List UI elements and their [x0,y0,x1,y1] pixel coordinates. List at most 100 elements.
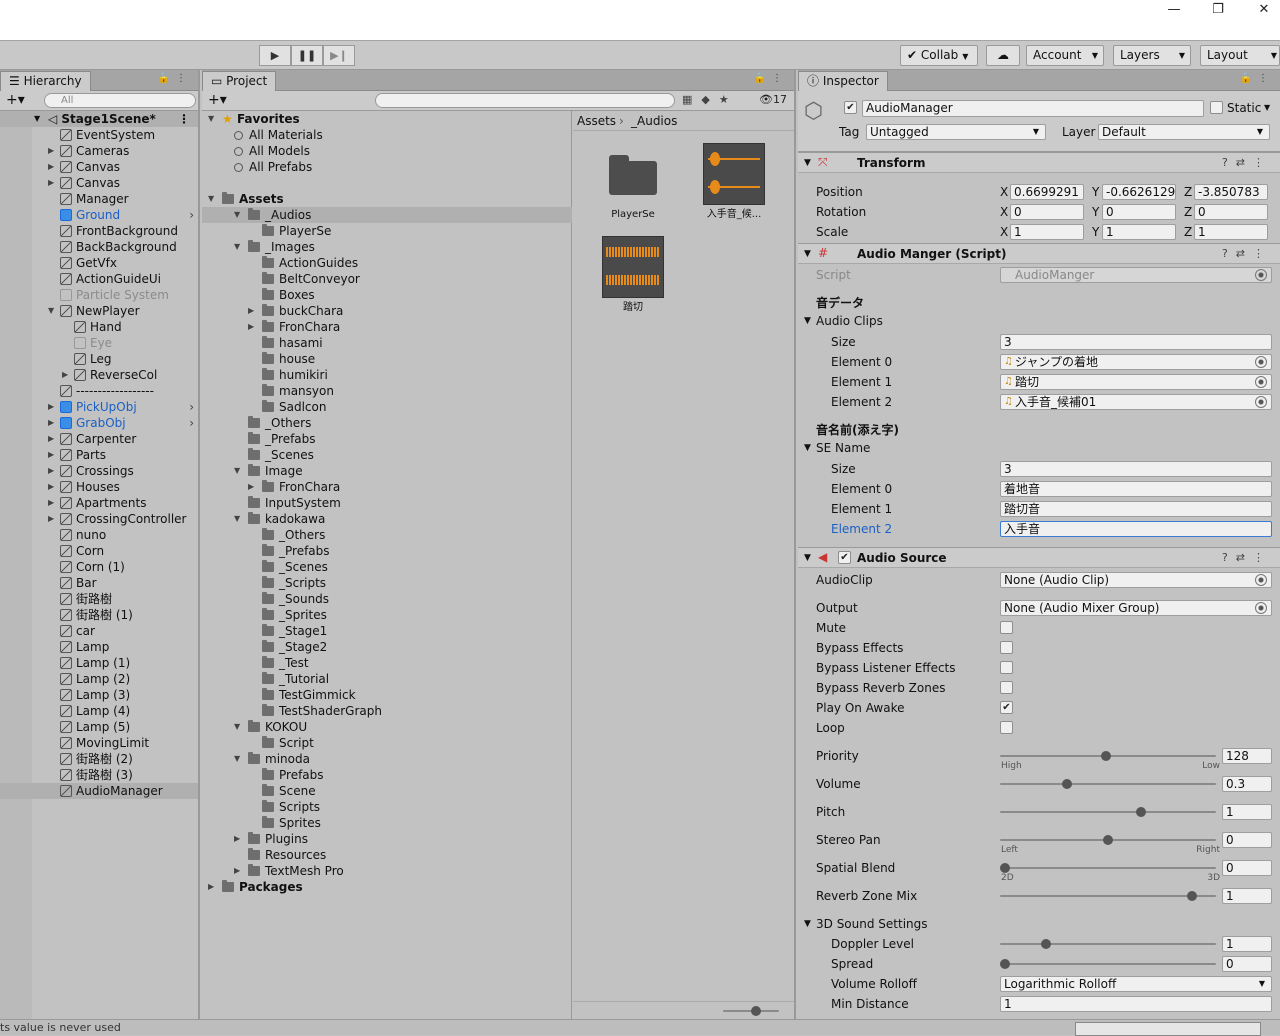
script-field[interactable]: AudioManger [1000,267,1272,283]
slider-value-field[interactable]: 0 [1222,832,1272,848]
hierarchy-item[interactable]: ▶PickUpObj› [0,399,198,415]
audio-waveform-icon[interactable] [602,236,664,298]
chevron-down-icon[interactable]: ▼ [234,463,242,479]
hierarchy-item[interactable]: Leg [0,351,198,367]
hierarchy-item[interactable]: GetVfx [0,255,198,271]
hierarchy-item[interactable]: Bar [0,575,198,591]
audioclip-field[interactable]: None (Audio Clip) [1000,572,1272,588]
hierarchy-item[interactable]: Lamp (3) [0,687,198,703]
toggle-checkbox[interactable] [1000,661,1013,674]
hierarchy-item[interactable]: EventSystem [0,127,198,143]
project-folder-item[interactable]: _Stage1 [202,623,572,639]
hierarchy-item[interactable]: ActionGuideUi [0,271,198,287]
project-folder-item[interactable]: ▼KOKOU [202,719,572,735]
se-name-field[interactable]: 踏切音 [1000,501,1272,517]
favorite-item[interactable]: All Prefabs [202,159,312,175]
rolloff-dropdown[interactable]: Logarithmic Rolloff▼ [1000,976,1272,992]
zoom-slider-knob[interactable] [751,1006,761,1016]
chevron-right-icon[interactable]: ▶ [48,479,56,495]
chevron-down-icon[interactable]: ▼ [234,207,242,223]
slider-track[interactable] [1000,783,1216,785]
rotation-z-field[interactable]: 0 [1194,204,1268,220]
maximize-icon[interactable]: ❐ [1206,2,1230,18]
project-folder-item[interactable]: ▶FronChara [202,319,572,335]
chevron-right-icon[interactable]: ▶ [248,303,256,319]
hierarchy-item[interactable]: Lamp (5) [0,719,198,735]
chevron-right-icon[interactable]: ▶ [48,463,56,479]
chevron-right-icon[interactable]: ▶ [208,879,216,895]
se-name-field[interactable]: 着地音 [1000,481,1272,497]
project-folder-item[interactable]: _Others [202,415,572,431]
project-folder-item[interactable]: Boxes [202,287,572,303]
hierarchy-item[interactable]: ▶Houses [0,479,198,495]
project-search-input[interactable] [375,93,675,108]
project-folder-item[interactable]: _Test [202,655,572,671]
project-folder-item[interactable]: house [202,351,572,367]
chevron-right-icon[interactable]: › [189,399,194,415]
component-enabled-checkbox[interactable]: ✔ [838,551,851,564]
slider-knob[interactable] [1041,939,1051,949]
hierarchy-item[interactable]: Eye [0,335,198,351]
project-folder-item[interactable]: ActionGuides [202,255,572,271]
slider-value-field[interactable]: 1 [1222,888,1272,904]
scale-y-field[interactable]: 1 [1102,224,1176,240]
hierarchy-item[interactable]: BackBackground [0,239,198,255]
toggle-checkbox[interactable] [1000,681,1013,694]
slider-track[interactable] [1000,811,1216,813]
breadcrumb-audios[interactable]: _Audios [631,113,677,129]
clip-field[interactable]: ♫ジャンプの着地 [1000,354,1272,370]
slider-value-field[interactable]: 0.3 [1222,776,1272,792]
tab-project[interactable]: ▭ Project [202,71,276,91]
project-folder-item[interactable]: _Prefabs [202,431,572,447]
scene-root[interactable]: ▼◁ Stage1Scene*⋮ [0,111,198,127]
spread-field[interactable]: 0 [1222,956,1272,972]
chevron-right-icon[interactable]: ▶ [248,319,256,335]
add-icon[interactable]: +▾ [6,92,25,108]
slider-track[interactable] [1000,943,1216,945]
hierarchy-item[interactable]: ▶Parts [0,447,198,463]
project-folder-item[interactable]: _Scripts [202,575,572,591]
static-checkbox[interactable] [1210,101,1223,114]
project-folder-item[interactable]: ▼Image [202,463,572,479]
project-folder-item[interactable]: ▼Assets [202,191,572,207]
project-folder-item[interactable]: _Scenes [202,559,572,575]
slider-track[interactable] [1000,839,1216,841]
hierarchy-item[interactable]: Particle System [0,287,198,303]
chevron-right-icon[interactable]: ▶ [48,175,56,191]
hierarchy-item[interactable]: 街路樹 (1) [0,607,198,623]
hierarchy-item[interactable]: ▶Crossings [0,463,198,479]
audio-manager-component[interactable]: ▼#Audio Manger (Script)?⇄⋮ [798,243,1280,264]
hierarchy-item[interactable]: Lamp (4) [0,703,198,719]
slider-knob[interactable] [1103,835,1113,845]
layer-dropdown[interactable]: Default▼ [1098,124,1270,140]
hierarchy-item[interactable]: Lamp (1) [0,655,198,671]
hierarchy-item[interactable]: Hand [0,319,198,335]
project-folder-item[interactable]: _Tutorial [202,671,572,687]
position-z-field[interactable]: -3.850783 [1194,184,1268,200]
component-menu-icons[interactable]: ?⇄⋮ [1222,550,1272,566]
hierarchy-item[interactable]: 街路樹 [0,591,198,607]
chevron-down-icon[interactable]: ▼ [208,191,216,207]
slider-track[interactable] [1000,963,1216,965]
hierarchy-item[interactable]: ▶Canvas [0,175,198,191]
chevron-down-icon[interactable]: ▼ [804,916,811,932]
chevron-right-icon[interactable]: ▶ [48,431,56,447]
chevron-down-icon[interactable]: ▼ [1264,100,1270,116]
hierarchy-item[interactable]: Corn (1) [0,559,198,575]
hierarchy-item[interactable]: ▶Cameras [0,143,198,159]
filter-icons[interactable]: ▦◆★ [682,93,738,106]
layout-button[interactable]: Layout▼ [1200,45,1280,66]
hierarchy-item[interactable]: ▶Canvas [0,159,198,175]
slider-track[interactable] [1000,755,1216,757]
hierarchy-item[interactable]: FrontBackground [0,223,198,239]
chevron-down-icon[interactable]: ▼ [234,511,242,527]
project-folder-item[interactable]: _Prefabs [202,543,572,559]
project-folder-item[interactable]: ▼_Audios [202,207,572,223]
object-picker-icon[interactable] [1255,602,1267,614]
panel-menu-icon[interactable]: 🔒⋮ [1240,73,1274,84]
slider-knob[interactable] [1101,751,1111,761]
chevron-right-icon[interactable]: ▶ [48,495,56,511]
hierarchy-item[interactable]: AudioManager [0,783,198,799]
project-folder-item[interactable]: Script [202,735,572,751]
object-picker-icon[interactable] [1255,396,1267,408]
